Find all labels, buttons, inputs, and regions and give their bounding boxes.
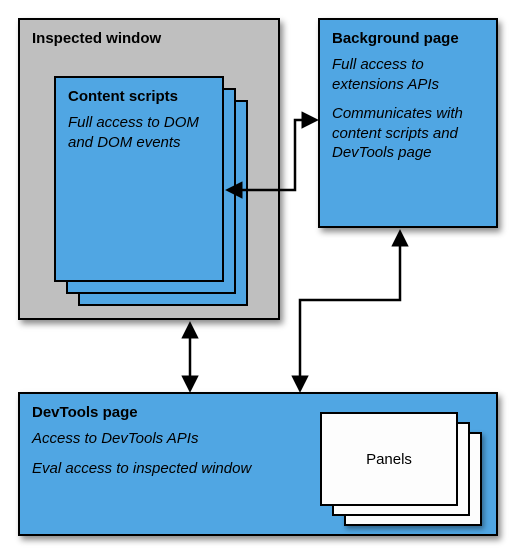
content-scripts-title: Content scripts	[68, 88, 210, 105]
background-page-title: Background page	[332, 30, 484, 47]
diagram-canvas: Inspected window Content scripts Full ac…	[0, 0, 522, 556]
inspected-window-title: Inspected window	[32, 30, 266, 47]
background-page-desc2: Communicates with content scripts and De…	[332, 104, 484, 163]
panels-stack: Panels	[320, 412, 490, 532]
inspected-window-box: Inspected window Content scripts Full ac…	[18, 18, 280, 320]
background-page-box: Background page Full access to extension…	[318, 18, 498, 228]
content-scripts-box: Content scripts Full access to DOM and D…	[54, 76, 224, 282]
content-scripts-stack: Content scripts Full access to DOM and D…	[54, 76, 254, 308]
content-scripts-desc: Full access to DOM and DOM events	[68, 113, 210, 152]
arrow-background-devtools	[300, 232, 400, 390]
background-page-desc1: Full access to extensions APIs	[332, 55, 484, 94]
panels-label: Panels	[366, 451, 412, 468]
panels-box: Panels	[320, 412, 458, 506]
devtools-page-box: DevTools page Access to DevTools APIs Ev…	[18, 392, 498, 536]
